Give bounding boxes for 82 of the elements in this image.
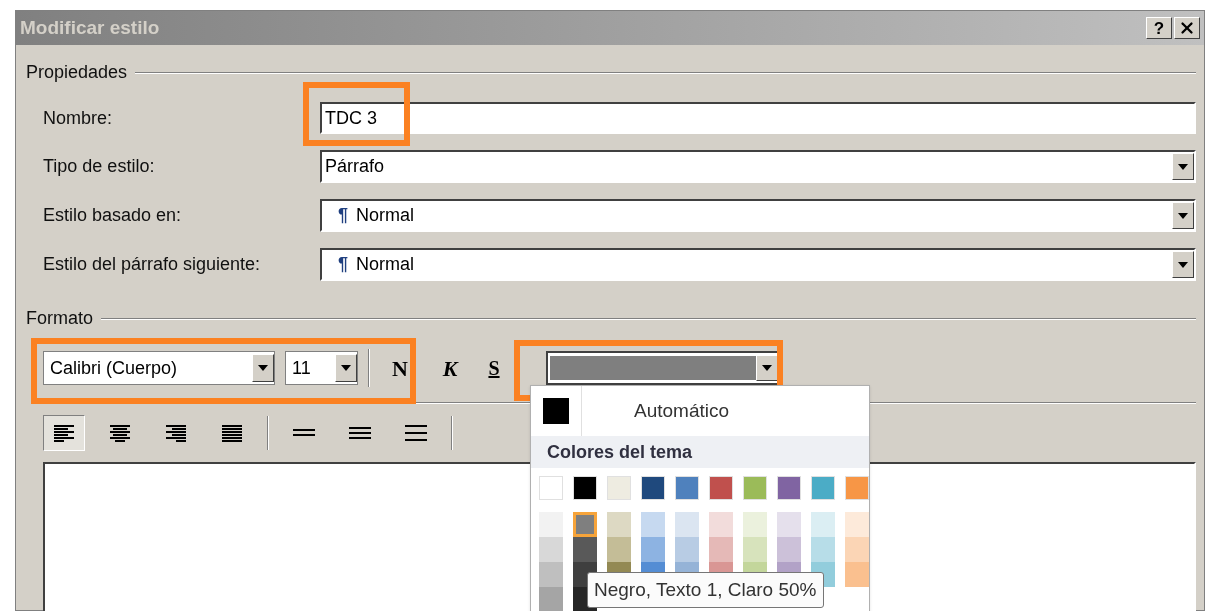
field-label: Estilo del párrafo siguiente:: [43, 253, 262, 276]
align-right-icon: [166, 424, 186, 442]
caret-icon: [1178, 212, 1188, 219]
color-swatch[interactable]: [539, 512, 563, 537]
section-heading: Formato: [26, 307, 94, 330]
align-left-icon: [54, 424, 74, 442]
dropdown-button[interactable]: [1172, 202, 1194, 229]
line-spacing-icon: [405, 425, 427, 441]
window-title: Modificar estilo: [20, 15, 160, 40]
select-value: Normal: [356, 253, 416, 276]
section-heading: Propiedades: [26, 61, 128, 84]
field-label: Estilo basado en:: [43, 204, 183, 227]
color-swatch[interactable]: [539, 537, 563, 562]
color-swatch[interactable]: [743, 512, 767, 537]
caret-icon: [1178, 261, 1188, 268]
color-swatch[interactable]: [539, 562, 563, 587]
italic-button[interactable]: K: [430, 350, 470, 386]
color-swatch[interactable]: [641, 476, 665, 500]
color-swatch[interactable]: [777, 512, 801, 537]
color-swatch[interactable]: [641, 537, 665, 562]
help-button[interactable]: ?: [1146, 17, 1172, 39]
color-swatch[interactable]: [845, 537, 869, 562]
align-button[interactable]: [43, 415, 85, 451]
color-swatch[interactable]: [573, 512, 597, 537]
paragraph-mark: ¶: [338, 204, 348, 227]
color-swatch[interactable]: [743, 476, 767, 500]
name-input[interactable]: TDC 3: [320, 102, 1196, 134]
color-swatch[interactable]: [641, 512, 665, 537]
color-swatch[interactable]: [607, 476, 631, 500]
size-select[interactable]: 11: [285, 351, 358, 385]
color-swatch[interactable]: [709, 537, 733, 562]
align-justify-icon: [222, 424, 242, 442]
underline-button[interactable]: S: [474, 350, 514, 386]
color-swatch[interactable]: [539, 587, 563, 611]
field-label: Nombre:: [43, 106, 114, 130]
dropdown-button[interactable]: [335, 354, 357, 382]
font-value: Calibri (Cuerpo): [50, 356, 179, 380]
caret-icon: [762, 365, 772, 371]
color-swatch[interactable]: [845, 476, 869, 500]
select-value: Normal: [356, 204, 416, 227]
style-select[interactable]: Párrafo: [320, 150, 1196, 183]
color-swatch[interactable]: [709, 512, 733, 537]
dropdown-button[interactable]: [252, 354, 274, 382]
align-center-icon: [110, 424, 130, 442]
dropdown-button[interactable]: [1172, 251, 1194, 278]
color-swatch[interactable]: [743, 537, 767, 562]
bold-button[interactable]: N: [380, 350, 420, 386]
tooltip: Negro, Texto 1, Claro 50%: [587, 572, 824, 608]
caret-icon: [341, 365, 351, 371]
color-swatch[interactable]: [811, 476, 835, 500]
color-swatch[interactable]: [709, 476, 733, 500]
dropdown-button[interactable]: [756, 355, 778, 381]
close-icon: [1178, 19, 1196, 37]
color-swatch[interactable]: [811, 537, 835, 562]
color-swatch[interactable]: [845, 562, 869, 587]
color-swatch[interactable]: [607, 512, 631, 537]
line-spacing-icon: [349, 425, 371, 441]
automatic-label: Automático: [634, 398, 730, 423]
color-swatch[interactable]: [777, 476, 801, 500]
color-swatch[interactable]: [675, 512, 699, 537]
color-swatch[interactable]: [607, 537, 631, 562]
color-swatch[interactable]: [539, 476, 563, 500]
caret-icon: [1178, 163, 1188, 170]
close-button[interactable]: [1174, 17, 1200, 39]
font-select[interactable]: Calibri (Cuerpo): [43, 351, 275, 385]
dropdown-button[interactable]: [1172, 153, 1194, 180]
field-label: Tipo de estilo:: [43, 155, 156, 178]
color-swatch[interactable]: [573, 476, 597, 500]
color-swatch[interactable]: [777, 537, 801, 562]
automatic-color-option[interactable]: Automático: [531, 386, 869, 436]
style-select[interactable]: ¶ Normal: [320, 248, 1196, 281]
color-swatch[interactable]: [573, 537, 597, 562]
section-header: Colores del tema: [531, 436, 869, 468]
color-swatch[interactable]: [811, 512, 835, 537]
color-swatch[interactable]: [675, 476, 699, 500]
caret-icon: [258, 365, 268, 371]
size-value: 11: [292, 356, 312, 380]
select-value: Párrafo: [325, 155, 386, 178]
paragraph-mark: ¶: [338, 253, 348, 276]
color-swatch[interactable]: [675, 537, 699, 562]
style-select[interactable]: ¶ Normal: [320, 199, 1196, 232]
color-swatch[interactable]: [845, 512, 869, 537]
